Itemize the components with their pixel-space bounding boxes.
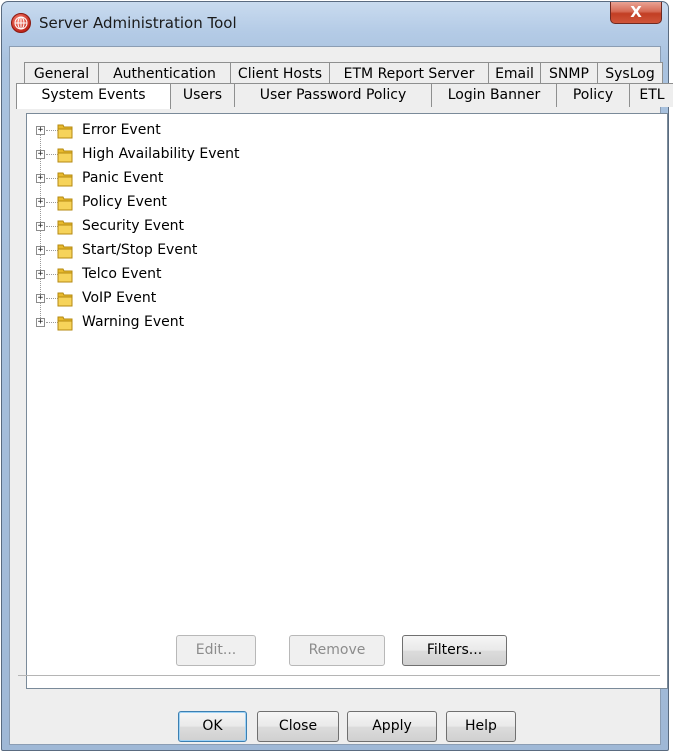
tab-user-password-policy[interactable]: User Password Policy bbox=[235, 83, 432, 107]
tree-item-label: Start/Stop Event bbox=[82, 242, 198, 258]
folder-icon bbox=[57, 122, 73, 139]
expand-plus-icon[interactable]: + bbox=[36, 198, 45, 207]
tree-item-label: Error Event bbox=[82, 122, 161, 138]
folder-icon bbox=[57, 194, 73, 211]
tree-item[interactable]: + High Availability Event bbox=[32, 143, 272, 167]
title-bar[interactable]: Server Administration Tool X bbox=[2, 2, 668, 46]
folder-icon bbox=[57, 170, 73, 187]
tree-item-label: High Availability Event bbox=[82, 146, 240, 162]
tree-item[interactable]: + Security Event bbox=[32, 215, 272, 239]
tab-login-banner[interactable]: Login Banner bbox=[432, 83, 557, 107]
expand-plus-icon[interactable]: + bbox=[36, 126, 45, 135]
app-globe-icon bbox=[11, 13, 31, 33]
tree-item-label: Panic Event bbox=[82, 170, 164, 186]
expand-plus-icon[interactable]: + bbox=[36, 318, 45, 327]
tree-item-label: Telco Event bbox=[82, 266, 162, 282]
dialog-body: General Authentication Client Hosts ETM … bbox=[9, 46, 673, 745]
expand-plus-icon[interactable]: + bbox=[36, 246, 45, 255]
tree-item-label: Policy Event bbox=[82, 194, 167, 210]
edit-button[interactable]: Edit... bbox=[176, 635, 256, 666]
tree-item[interactable]: + Policy Event bbox=[32, 191, 272, 215]
tree-item-label: Security Event bbox=[82, 218, 185, 234]
close-window-button[interactable]: X bbox=[610, 2, 662, 24]
tree-item[interactable]: + Panic Event bbox=[32, 167, 272, 191]
tab-users[interactable]: Users bbox=[171, 83, 235, 107]
folder-icon bbox=[57, 218, 73, 235]
tree-item[interactable]: + VoIP Event bbox=[32, 287, 272, 311]
window-title: Server Administration Tool bbox=[39, 14, 237, 32]
tab-policy[interactable]: Policy bbox=[557, 83, 630, 107]
remove-button[interactable]: Remove bbox=[289, 635, 385, 666]
expand-plus-icon[interactable]: + bbox=[36, 150, 45, 159]
filters-button[interactable]: Filters... bbox=[402, 635, 507, 666]
tree-item[interactable]: + Start/Stop Event bbox=[32, 239, 272, 263]
folder-icon bbox=[57, 290, 73, 307]
expand-plus-icon[interactable]: + bbox=[36, 270, 45, 279]
tab-system-events[interactable]: System Events bbox=[16, 83, 171, 109]
expand-plus-icon[interactable]: + bbox=[36, 174, 45, 183]
apply-button[interactable]: Apply bbox=[347, 711, 437, 742]
tree-item[interactable]: + Telco Event bbox=[32, 263, 272, 287]
expand-plus-icon[interactable]: + bbox=[36, 294, 45, 303]
tab-row-2: System Events Users User Password Policy… bbox=[16, 83, 673, 109]
tree-item[interactable]: + Warning Event bbox=[32, 311, 272, 335]
folder-icon bbox=[57, 242, 73, 259]
help-button[interactable]: Help bbox=[446, 711, 516, 742]
window-frame: Server Administration Tool X General Aut… bbox=[1, 1, 673, 751]
expand-plus-icon[interactable]: + bbox=[36, 222, 45, 231]
system-events-panel: + Error Event + High Availability Event + Pan… bbox=[26, 113, 668, 689]
tree-item-label: VoIP Event bbox=[82, 290, 157, 306]
tree-item[interactable]: + Error Event bbox=[32, 119, 272, 143]
tab-etl[interactable]: ETL bbox=[630, 83, 673, 107]
button-separator bbox=[18, 675, 660, 676]
ok-button[interactable]: OK bbox=[178, 711, 247, 742]
close-button[interactable]: Close bbox=[257, 711, 339, 742]
folder-icon bbox=[57, 314, 73, 331]
tree-item-label: Warning Event bbox=[82, 314, 185, 330]
folder-icon bbox=[57, 146, 73, 163]
folder-icon bbox=[57, 266, 73, 283]
event-tree[interactable]: + Error Event + High Availability Event + Pan… bbox=[32, 119, 272, 335]
